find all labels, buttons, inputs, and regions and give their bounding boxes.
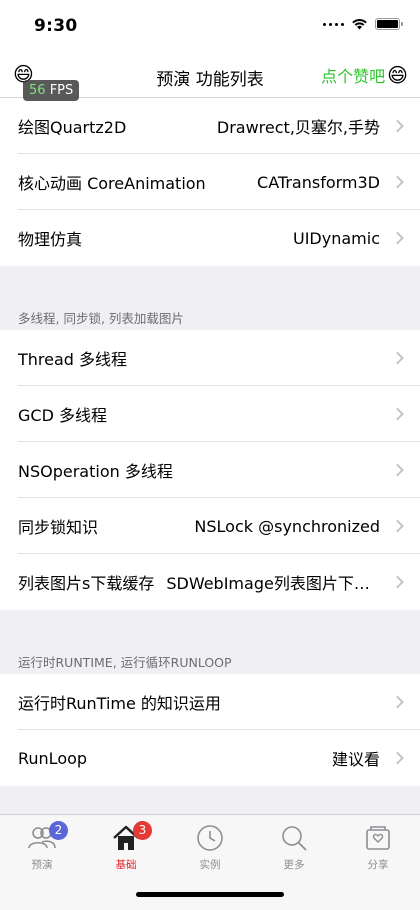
list-row-nsoperation[interactable]: NSOperation 多线程 bbox=[0, 442, 420, 498]
chevron-right-icon bbox=[391, 463, 404, 477]
tab-preview[interactable]: 2 预演 bbox=[0, 819, 84, 873]
list-row-lock[interactable]: 同步锁知识 NSLock @synchronized bbox=[0, 498, 420, 554]
row-title: 同步锁知识 bbox=[18, 518, 99, 537]
wifi-icon bbox=[352, 19, 367, 30]
like-button[interactable]: 点个赞吧 😄 bbox=[321, 63, 408, 87]
status-time: 9:30 bbox=[34, 16, 78, 36]
row-title: RunLoop bbox=[18, 748, 88, 768]
chevron-right-icon bbox=[391, 695, 404, 709]
section-header-runtime: 运行时RUNTIME, 运行循环RUNLOOP bbox=[18, 655, 232, 670]
status-icons bbox=[323, 18, 403, 30]
like-button-label: 点个赞吧 bbox=[321, 67, 386, 86]
smile-emoji-icon: 😄 bbox=[387, 63, 408, 87]
signal-icon bbox=[323, 22, 344, 26]
tab-label: 更多 bbox=[283, 859, 305, 871]
row-detail: CATransform3D bbox=[257, 172, 380, 192]
list-row-core-animation[interactable]: 核心动画 CoreAnimation CATransform3D bbox=[0, 154, 420, 210]
fps-unit: FPS bbox=[49, 83, 74, 98]
section-graphics: 绘图Quartz2D Drawrect,贝塞尔,手势 核心动画 CoreAnim… bbox=[0, 98, 420, 266]
fps-indicator: 56 FPS bbox=[23, 80, 80, 101]
section-threads: Thread 多线程 GCD 多线程 NSOperation 多线程 同步锁知识… bbox=[0, 330, 420, 610]
list-row-quartz2d[interactable]: 绘图Quartz2D Drawrect,贝塞尔,手势 bbox=[0, 98, 420, 154]
status-bar: 9:30 bbox=[0, 0, 420, 54]
home-indicator bbox=[136, 892, 284, 897]
tab-examples[interactable]: 实例 bbox=[168, 819, 252, 873]
row-detail: UIDynamic bbox=[293, 228, 380, 248]
list-row-image-cache[interactable]: 列表图片s下载缓存 SDWebImage列表图片下载缓存 bbox=[0, 554, 420, 610]
fps-value: 56 bbox=[29, 83, 46, 98]
row-title: 核心动画 CoreAnimation bbox=[18, 174, 206, 193]
row-title: 绘图Quartz2D bbox=[18, 118, 127, 137]
row-title: GCD 多线程 bbox=[18, 406, 107, 425]
chevron-right-icon bbox=[391, 231, 404, 245]
tab-badge: 3 bbox=[133, 821, 152, 840]
section-header-threads: 多线程, 同步锁, 列表加载图片 bbox=[18, 311, 184, 326]
list-row-runtime[interactable]: 运行时RunTime 的知识运用 bbox=[0, 674, 420, 730]
tab-label: 分享 bbox=[367, 859, 389, 871]
chevron-right-icon bbox=[391, 175, 404, 189]
clock-icon bbox=[197, 825, 223, 851]
row-title: 运行时RunTime 的知识运用 bbox=[18, 694, 221, 713]
feature-list: 绘图Quartz2D Drawrect,贝塞尔,手势 核心动画 CoreAnim… bbox=[0, 98, 420, 786]
tab-label: 预演 bbox=[31, 859, 53, 871]
tab-badge: 2 bbox=[49, 821, 68, 840]
list-row-runloop[interactable]: RunLoop 建议看 bbox=[0, 730, 420, 786]
list-row-thread[interactable]: Thread 多线程 bbox=[0, 330, 420, 386]
row-detail: 建议看 bbox=[331, 750, 380, 769]
tab-more[interactable]: 更多 bbox=[252, 819, 336, 873]
row-title: NSOperation 多线程 bbox=[18, 462, 173, 481]
section-runtime: 运行时RunTime 的知识运用 RunLoop 建议看 bbox=[0, 674, 420, 786]
chevron-right-icon bbox=[391, 751, 404, 765]
chevron-right-icon bbox=[391, 351, 404, 365]
chevron-right-icon bbox=[391, 575, 404, 589]
row-detail: Drawrect,贝塞尔,手势 bbox=[216, 118, 380, 137]
tab-label: 实例 bbox=[199, 859, 221, 871]
row-title: 列表图片s下载缓存 bbox=[18, 574, 155, 593]
row-detail: NSLock @synchronized bbox=[194, 516, 380, 536]
chevron-right-icon bbox=[391, 519, 404, 533]
tab-basics[interactable]: 3 基础 bbox=[84, 819, 168, 873]
row-title: Thread 多线程 bbox=[18, 350, 128, 369]
share-box-icon bbox=[366, 826, 390, 850]
list-row-gcd[interactable]: GCD 多线程 bbox=[0, 386, 420, 442]
tab-label: 基础 bbox=[115, 859, 137, 871]
search-icon bbox=[282, 826, 307, 851]
battery-icon bbox=[375, 18, 403, 30]
row-title: 物理仿真 bbox=[18, 230, 83, 249]
chevron-right-icon bbox=[391, 407, 404, 421]
chevron-right-icon bbox=[391, 119, 404, 133]
tab-share[interactable]: 分享 bbox=[336, 819, 420, 873]
list-row-physics[interactable]: 物理仿真 UIDynamic bbox=[0, 210, 420, 266]
row-detail: SDWebImage列表图片下载缓存 bbox=[166, 574, 380, 593]
